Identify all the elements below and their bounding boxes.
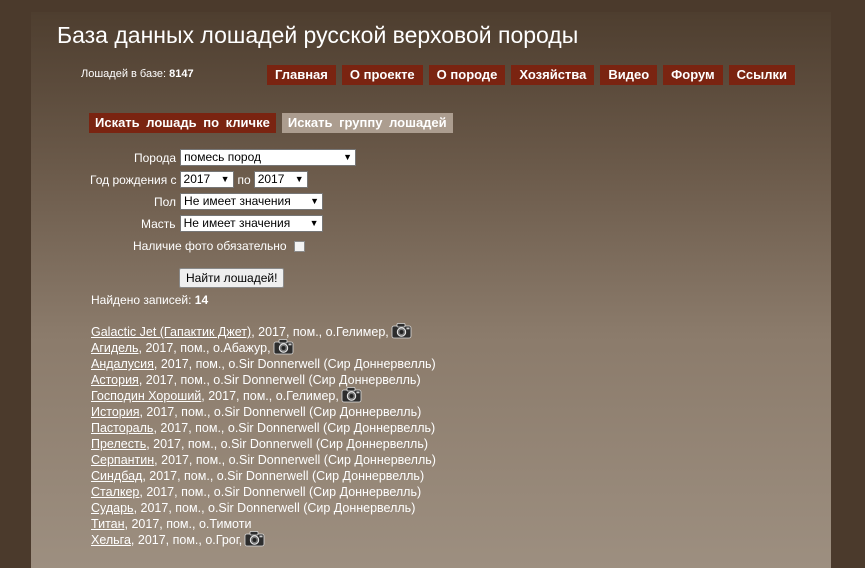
- year-from-label: Год рождения с: [90, 172, 177, 187]
- horse-info: , 2017, пом., о.Грог,: [130, 533, 243, 547]
- horse-info: , 2017, пом., о.Абажур,: [138, 341, 271, 355]
- photo-required-label: Наличие фото обязательно: [133, 239, 287, 253]
- horse-name-link[interactable]: Сударь: [91, 500, 134, 516]
- find-horses-button[interactable]: Найти лошадей!: [179, 268, 285, 288]
- list-item: Серпантин, 2017, пом., о.Sir Donnerwell …: [91, 452, 436, 468]
- horse-name-link[interactable]: Пастораль: [91, 420, 153, 436]
- color-select[interactable]: Не имеет значения ▼: [179, 215, 323, 232]
- list-item: Господин Хороший, 2017, пом., о.Гелимер,: [91, 386, 436, 404]
- color-label: Масть: [141, 216, 176, 231]
- chevron-down-icon: ▼: [309, 218, 319, 228]
- list-item: Астория, 2017, пом., о.Sir Donnerwell (С…: [91, 372, 436, 388]
- horse-name-link[interactable]: Galactic Jet (Гапактик Джет): [91, 324, 251, 340]
- horse-info: , 2017, пом., о.Sir Donnerwell (Сир Донн…: [154, 453, 436, 467]
- search-tabs: Искать лошадь по кличке Искать группу ло…: [89, 113, 453, 133]
- year-to-select[interactable]: 2017 ▼: [253, 171, 308, 188]
- list-item: Пастораль, 2017, пом., о.Sir Donnerwell …: [91, 420, 436, 436]
- results-summary: Найдено записей: 14: [91, 293, 208, 307]
- camera-icon[interactable]: [244, 530, 265, 551]
- horse-info: , 2017, пом., о.Sir Donnerwell (Сир Донн…: [138, 373, 421, 387]
- main-nav: Главная О проекте О породе Хозяйства Вид…: [267, 65, 795, 85]
- nav-video[interactable]: Видео: [600, 65, 658, 85]
- tab-search-group[interactable]: Искать группу лошадей: [281, 113, 453, 133]
- horse-name-link[interactable]: Астория: [91, 372, 139, 388]
- nav-about-project[interactable]: О проекте: [341, 65, 423, 85]
- horse-name-link[interactable]: Агидель: [91, 340, 139, 356]
- sex-select[interactable]: Не имеет значения ▼: [180, 193, 324, 210]
- nav-about-breed[interactable]: О породе: [428, 65, 506, 85]
- horse-name-link[interactable]: Синдбад: [91, 468, 142, 484]
- horse-info: , 2017, пом., о.Sir Donnerwell (Сир Донн…: [146, 437, 428, 451]
- horse-count-value: 8147: [169, 68, 194, 80]
- list-item: Агидель, 2017, пом., о.Абажур,: [91, 338, 436, 356]
- horse-name-link[interactable]: Сталкер: [91, 484, 139, 500]
- list-item: Galactic Jet (Гапактик Джет), 2017, пом.…: [91, 322, 436, 343]
- horse-name-link[interactable]: История: [91, 404, 139, 420]
- year-to-value: 2017: [257, 172, 285, 186]
- horse-count-label: Лошадей в базе:: [81, 68, 167, 80]
- nav-forum[interactable]: Форум: [663, 65, 723, 85]
- breed-select[interactable]: помесь пород ▼: [180, 149, 357, 166]
- horse-name-link[interactable]: Хельга: [91, 532, 131, 548]
- page-container: База данных лошадей русской верховой пор…: [31, 12, 831, 568]
- sex-select-value: Не имеет значения: [184, 194, 291, 208]
- chevron-down-icon: ▼: [294, 174, 304, 184]
- chevron-down-icon: ▼: [343, 152, 353, 162]
- horse-info: , 2017, пом., о.Sir Donnerwell (Сир Донн…: [142, 469, 425, 483]
- horse-info: , 2017, пом., о.Sir Donnerwell (Сир Донн…: [139, 405, 422, 419]
- nav-links[interactable]: Ссылки: [728, 65, 795, 85]
- horse-count: Лошадей в базе: 8147: [81, 68, 194, 80]
- list-item: История, 2017, пом., о.Sir Donnerwell (С…: [91, 404, 436, 420]
- horse-info: , 2017, пом., о.Sir Donnerwell (Сир Донн…: [133, 501, 416, 515]
- list-item: Хельга, 2017, пом., о.Грог,: [91, 530, 436, 551]
- list-item: Прелесть, 2017, пом., о.Sir Donnerwell (…: [91, 436, 436, 452]
- year-from-select[interactable]: 2017 ▼: [179, 171, 234, 188]
- photo-required-checkbox[interactable]: [293, 240, 305, 252]
- photo-row: Наличие фото обязательно: [133, 239, 305, 253]
- site-title: База данных лошадей русской верховой пор…: [57, 22, 579, 48]
- horse-info: , 2017, пом., о.Гелимер,: [201, 389, 339, 403]
- chevron-down-icon: ▼: [220, 174, 230, 184]
- list-item: Андалусия, 2017, пом., о.Sir Donnerwell …: [91, 356, 436, 372]
- results-list: Galactic Jet (Гапактик Джет), 2017, пом.…: [91, 322, 436, 551]
- results-count-value: 14: [194, 293, 209, 307]
- horse-name-link[interactable]: Андалусия: [91, 356, 154, 372]
- horse-info: , 2017, пом., о.Sir Donnerwell (Сир Донн…: [153, 357, 436, 371]
- year-from-value: 2017: [183, 172, 211, 186]
- breed-select-value: помесь пород: [184, 150, 262, 164]
- horse-name-link[interactable]: Прелесть: [91, 436, 146, 452]
- results-count-label: Найдено записей:: [91, 293, 192, 307]
- tab-search-by-name[interactable]: Искать лошадь по кличке: [89, 113, 276, 133]
- nav-home[interactable]: Главная: [267, 65, 336, 85]
- horse-name-link[interactable]: Титан: [91, 516, 125, 532]
- color-row: Масть Не имеет значения ▼: [141, 215, 323, 232]
- list-item: Сударь, 2017, пом., о.Sir Donnerwell (Си…: [91, 500, 436, 516]
- horse-info: , 2017, пом., о.Sir Donnerwell (Сир Донн…: [139, 485, 422, 499]
- chevron-down-icon: ▼: [310, 196, 320, 206]
- color-select-value: Не имеет значения: [183, 216, 291, 230]
- horse-name-link[interactable]: Господин Хороший: [91, 388, 201, 404]
- camera-icon[interactable]: [391, 322, 412, 343]
- list-item: Сталкер, 2017, пом., о.Sir Donnerwell (С…: [91, 484, 436, 500]
- horse-info: , 2017, пом., о.Тимоти: [124, 517, 252, 531]
- year-to-label: по: [237, 172, 251, 187]
- horse-name-link[interactable]: Серпантин: [91, 452, 154, 468]
- breed-label: Порода: [134, 150, 177, 165]
- sex-label: Пол: [154, 194, 177, 209]
- year-row: Год рождения с 2017 ▼ по 2017 ▼: [90, 171, 308, 188]
- breed-row: Порода помесь пород ▼: [134, 149, 357, 166]
- nav-farms[interactable]: Хозяйства: [511, 65, 595, 85]
- sex-row: Пол Не имеет значения ▼: [154, 193, 324, 210]
- horse-info: , 2017, пом., о.Sir Donnerwell (Сир Донн…: [153, 421, 436, 435]
- list-item: Синдбад, 2017, пом., о.Sir Donnerwell (С…: [91, 468, 436, 484]
